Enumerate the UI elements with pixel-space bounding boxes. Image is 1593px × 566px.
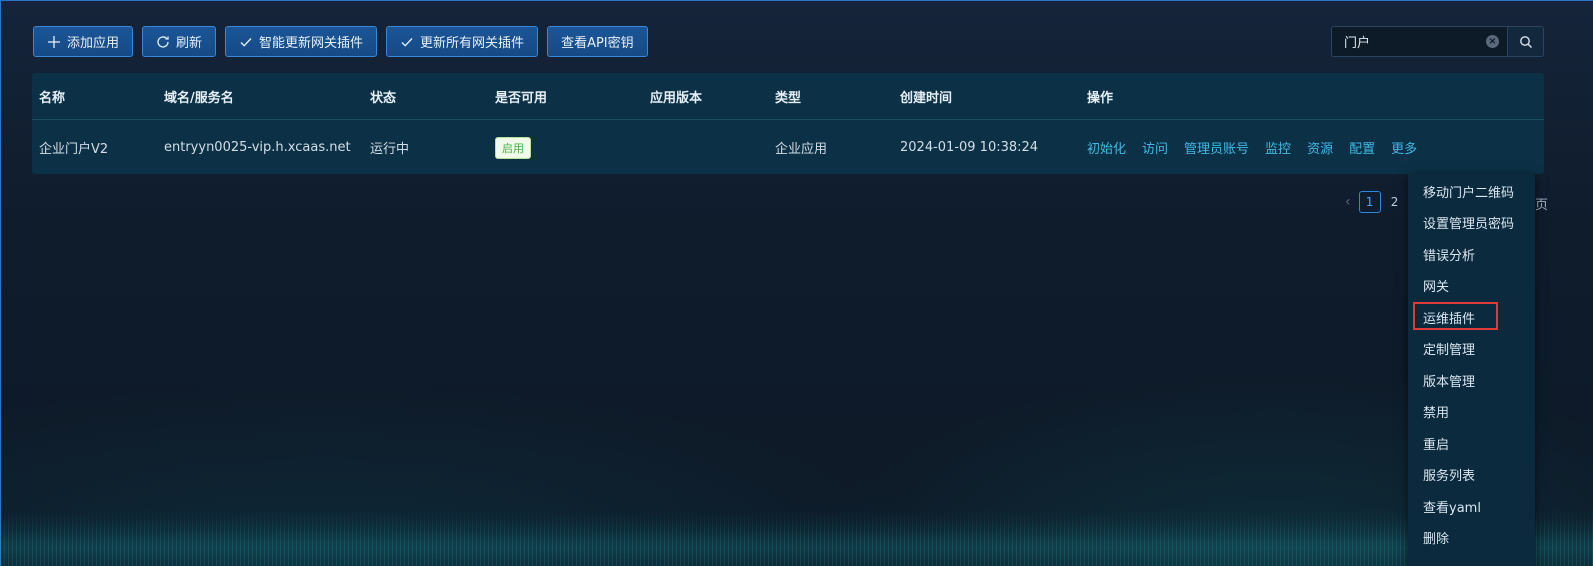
clear-icon[interactable]: × [1486, 35, 1499, 48]
search-button[interactable] [1507, 26, 1544, 57]
header-created: 创建时间 [900, 90, 953, 106]
header-type: 类型 [775, 90, 802, 106]
menu-item-restart[interactable]: 重启 [1423, 434, 1449, 453]
menu-item-service-list[interactable]: 服务列表 [1423, 465, 1475, 484]
menu-item-disable[interactable]: 禁用 [1423, 402, 1449, 421]
table-row: 企业门户V2 entryyn0025-vip.h.xcaas.net 运行中 启… [32, 120, 1544, 175]
table-header: 名称 域名/服务名 状态 是否可用 应用版本 类型 创建时间 操作 [32, 73, 1544, 120]
toolbar: 添加应用 刷新 智能更新网关插件 更新所有网关插件 查看API密钥 [33, 26, 648, 57]
menu-item-view-yaml[interactable]: 查看yaml [1423, 497, 1481, 516]
refresh-label: 刷新 [176, 36, 203, 51]
menu-item-delete[interactable]: 删除 [1423, 528, 1449, 547]
search-input[interactable] [1342, 33, 1486, 50]
visit-link[interactable]: 访问 [1142, 138, 1168, 157]
monitor-link[interactable]: 监控 [1265, 138, 1291, 157]
refresh-button[interactable]: 刷新 [142, 26, 217, 57]
menu-item-gateway[interactable]: 网关 [1423, 276, 1449, 295]
search-icon [1519, 35, 1532, 48]
app-table: 名称 域名/服务名 状态 是否可用 应用版本 类型 创建时间 操作 企业门户V2… [32, 73, 1544, 174]
enabled-badge: 启用 [495, 136, 531, 159]
search-box: × [1331, 26, 1507, 57]
menu-item-ops-plugin[interactable]: 运维插件 [1423, 308, 1475, 327]
cell-name: 企业门户V2 [39, 142, 109, 157]
cell-actions: 初始化 访问 管理员账号 监控 资源 配置 更多 [1087, 120, 1417, 175]
refresh-icon [157, 35, 169, 48]
update-all-gateway-button[interactable]: 更新所有网关插件 [386, 26, 539, 57]
page-suffix: 页 [1535, 198, 1549, 213]
header-name: 名称 [39, 90, 66, 106]
check-icon [401, 37, 413, 47]
header-status: 状态 [370, 90, 397, 106]
menu-item-version-management[interactable]: 版本管理 [1423, 371, 1475, 390]
config-link[interactable]: 配置 [1349, 138, 1375, 157]
resource-link[interactable]: 资源 [1307, 138, 1333, 157]
smart-update-label: 智能更新网关插件 [259, 36, 364, 51]
update-all-label: 更新所有网关插件 [420, 36, 525, 51]
action-links: 初始化 访问 管理员账号 监控 资源 配置 更多 [1087, 138, 1417, 157]
menu-item-set-admin-password[interactable]: 设置管理员密码 [1423, 213, 1514, 232]
admin-account-link[interactable]: 管理员账号 [1184, 138, 1249, 157]
page-next[interactable]: 2 [1389, 191, 1401, 213]
search-bar: × [1331, 26, 1544, 57]
cell-created: 2024-01-09 10:38:24 [900, 140, 1039, 155]
more-link[interactable]: 更多 [1391, 138, 1417, 157]
header-version: 应用版本 [650, 90, 703, 106]
cell-available: 启用 [495, 120, 531, 175]
plus-icon [48, 35, 60, 48]
pagination: ‹ 1 2 [1345, 191, 1401, 213]
init-link[interactable]: 初始化 [1087, 138, 1126, 157]
menu-item-error-analysis[interactable]: 错误分析 [1423, 245, 1475, 264]
check-icon [240, 37, 252, 47]
add-app-label: 添加应用 [67, 36, 120, 51]
menu-item-custom-management[interactable]: 定制管理 [1423, 339, 1475, 358]
api-key-label: 查看API密钥 [561, 36, 634, 51]
header-available: 是否可用 [495, 90, 548, 106]
view-api-key-button[interactable]: 查看API密钥 [547, 26, 648, 57]
header-actions: 操作 [1087, 90, 1114, 106]
more-dropdown-menu: 移动门户二维码 设置管理员密码 错误分析 网关 运维插件 定制管理 版本管理 禁… [1408, 174, 1535, 566]
smart-update-gateway-button[interactable]: 智能更新网关插件 [225, 26, 378, 57]
page-current[interactable]: 1 [1358, 191, 1381, 213]
cell-type: 企业应用 [775, 142, 828, 157]
header-domain: 域名/服务名 [164, 90, 234, 106]
add-app-button[interactable]: 添加应用 [33, 26, 134, 57]
cell-domain: entryyn0025-vip.h.xcaas.net [164, 140, 351, 155]
chevron-left-icon[interactable]: ‹ [1345, 194, 1351, 210]
wave-background [0, 506, 1593, 566]
menu-item-mobile-qr[interactable]: 移动门户二维码 [1423, 182, 1514, 201]
cell-status: 运行中 [370, 142, 410, 157]
